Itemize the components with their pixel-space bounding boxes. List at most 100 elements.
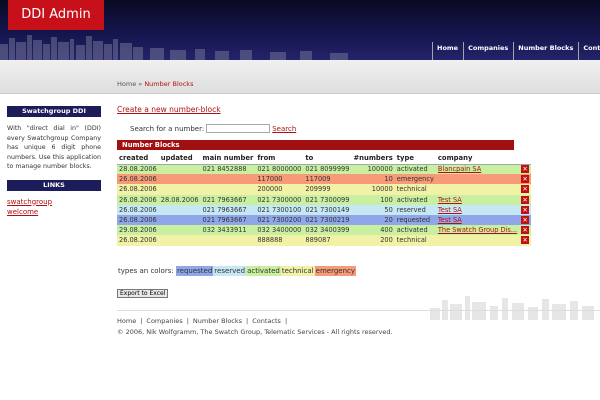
cell-numbers: 100000 [351,164,395,175]
sidebar-links: swatchgroup welcome [7,197,101,217]
col-type[interactable]: type [394,153,436,165]
nav-number-blocks[interactable]: Number Blocks [513,42,578,60]
col-main-number[interactable]: main number [200,153,256,165]
cell-from: 032 3400000 [255,225,304,236]
col-company[interactable]: company [435,153,520,165]
cell-main-number [200,235,256,246]
search-button[interactable]: Search [272,125,296,133]
cell-created: 29.08.2006 [117,225,159,236]
cell-main-number: 021 7963667 [200,214,256,226]
delete-icon[interactable]: ✕ [521,226,530,235]
cell-type: reserved [394,204,436,215]
cell-updated [158,174,201,185]
table-body: 28.08.2006 021 8452888 021 8000000 021 8099… [117,164,532,246]
company-link[interactable]: Test SA [438,196,462,204]
cell-main-number: 021 8452888 [200,164,256,175]
sidebar-link-swatchgroup[interactable]: swatchgroup [7,197,101,207]
breadcrumb: Home » Number Blocks [117,80,193,88]
cell-created: 26.08.2006 [117,204,159,215]
cell-numbers: 200 [351,235,395,246]
table-header-row: created updated main number from to #num… [117,153,532,165]
company-link[interactable]: Blancpain SA [438,165,481,173]
footer-separator: | [284,317,288,325]
cell-updated [158,225,201,236]
cell-main-number [200,174,256,185]
cell-numbers: 100 [351,194,395,205]
breadcrumb-home[interactable]: Home [117,80,136,88]
cell-company: Blancpain SA [435,164,520,175]
col-to[interactable]: to [303,153,352,165]
footer-copyright: © 2006, Nik Wolfgramm, The Swatch Group,… [117,328,393,336]
cell-from: 021 7300200 [255,214,304,226]
cell-delete: ✕ [519,214,532,226]
footer-divider [117,310,600,311]
nav-contacts[interactable]: Contacts [578,42,600,60]
cell-main-number: 021 7963667 [200,204,256,215]
cell-updated: 28.08.2006 [158,194,201,205]
nav-home[interactable]: Home [432,42,463,60]
cell-type: technical [394,235,436,246]
cell-created: 26.08.2006 [117,214,159,226]
company-link[interactable]: Test SA [438,216,462,224]
col-delete [519,153,532,165]
cell-from: 021 8000000 [255,164,304,175]
cell-numbers: 10000 [351,184,395,195]
col-updated[interactable]: updated [158,153,201,165]
cell-from: 117000 [255,174,304,185]
cell-created: 26.08.2006 [117,194,159,205]
cell-delete: ✕ [519,225,532,236]
table-title: Number Blocks [117,140,514,150]
footer-skyline-decoration [430,296,594,320]
nav-companies[interactable]: Companies [463,42,513,60]
legend-technical: technical [280,266,315,276]
footer-link-companies[interactable]: Companies [146,317,186,325]
legend-label: types an colors: [118,267,174,275]
cell-type: activated [394,194,436,205]
cell-to: 032 3400399 [303,225,352,236]
table-row: 26.08.2006 021 7963667 021 7300200 021 7300… [117,214,532,226]
sidebar-description: With "direct dial in" (DDI) every Swatch… [7,125,101,170]
delete-icon[interactable]: ✕ [521,216,530,225]
search-input[interactable] [206,124,271,133]
skyline-decoration [0,35,348,60]
cell-company [435,184,520,195]
delete-icon[interactable]: ✕ [521,195,530,204]
table-row: 26.08.2006 117000 117009 10 emergency ✕ [117,174,532,185]
header: DDI Admin Home Companies Number Blocks C… [0,0,600,60]
cell-company: Test SA [435,204,520,215]
create-number-block-link[interactable]: Create a new number-block [117,105,221,114]
company-link[interactable]: The Swatch Group Dis... [438,226,517,234]
col-created[interactable]: created [117,153,159,165]
top-nav: Home Companies Number Blocks Contacts [432,42,600,60]
footer-link-number-blocks[interactable]: Number Blocks [193,317,246,325]
cell-main-number: 032 3433911 [200,225,256,236]
cell-updated [158,235,201,246]
footer-link-contacts[interactable]: Contacts [252,317,285,325]
export-excel-button[interactable]: Export to Excel [117,289,169,298]
cell-updated [158,164,201,175]
delete-icon[interactable]: ✕ [521,175,530,184]
cell-delete: ✕ [519,194,532,205]
delete-icon[interactable]: ✕ [521,185,530,194]
table-row: 28.08.2006 021 8452888 021 8000000 021 8099… [117,164,532,175]
sidebar-link-welcome[interactable]: welcome [7,207,101,217]
delete-icon[interactable]: ✕ [521,205,530,214]
col-numbers[interactable]: #numbers [351,153,395,165]
cell-type: requested [394,214,436,226]
legend-emergency: emergency [314,266,357,276]
cell-created: 26.08.2006 [117,184,159,195]
type-legend: types an colors: requested reserved acti… [118,266,357,276]
cell-company: Test SA [435,194,520,205]
delete-icon[interactable]: ✕ [521,236,530,245]
cell-type: activated [394,225,436,236]
col-from[interactable]: from [255,153,304,165]
cell-to: 021 7300219 [303,214,352,226]
cell-to: 209999 [303,184,352,195]
company-link[interactable]: Test SA [438,206,462,214]
cell-updated [158,184,201,195]
delete-icon[interactable]: ✕ [521,165,530,174]
cell-main-number: 021 7963667 [200,194,256,205]
cell-from: 021 7300100 [255,204,304,215]
footer-link-home[interactable]: Home [117,317,140,325]
cell-company [435,235,520,246]
